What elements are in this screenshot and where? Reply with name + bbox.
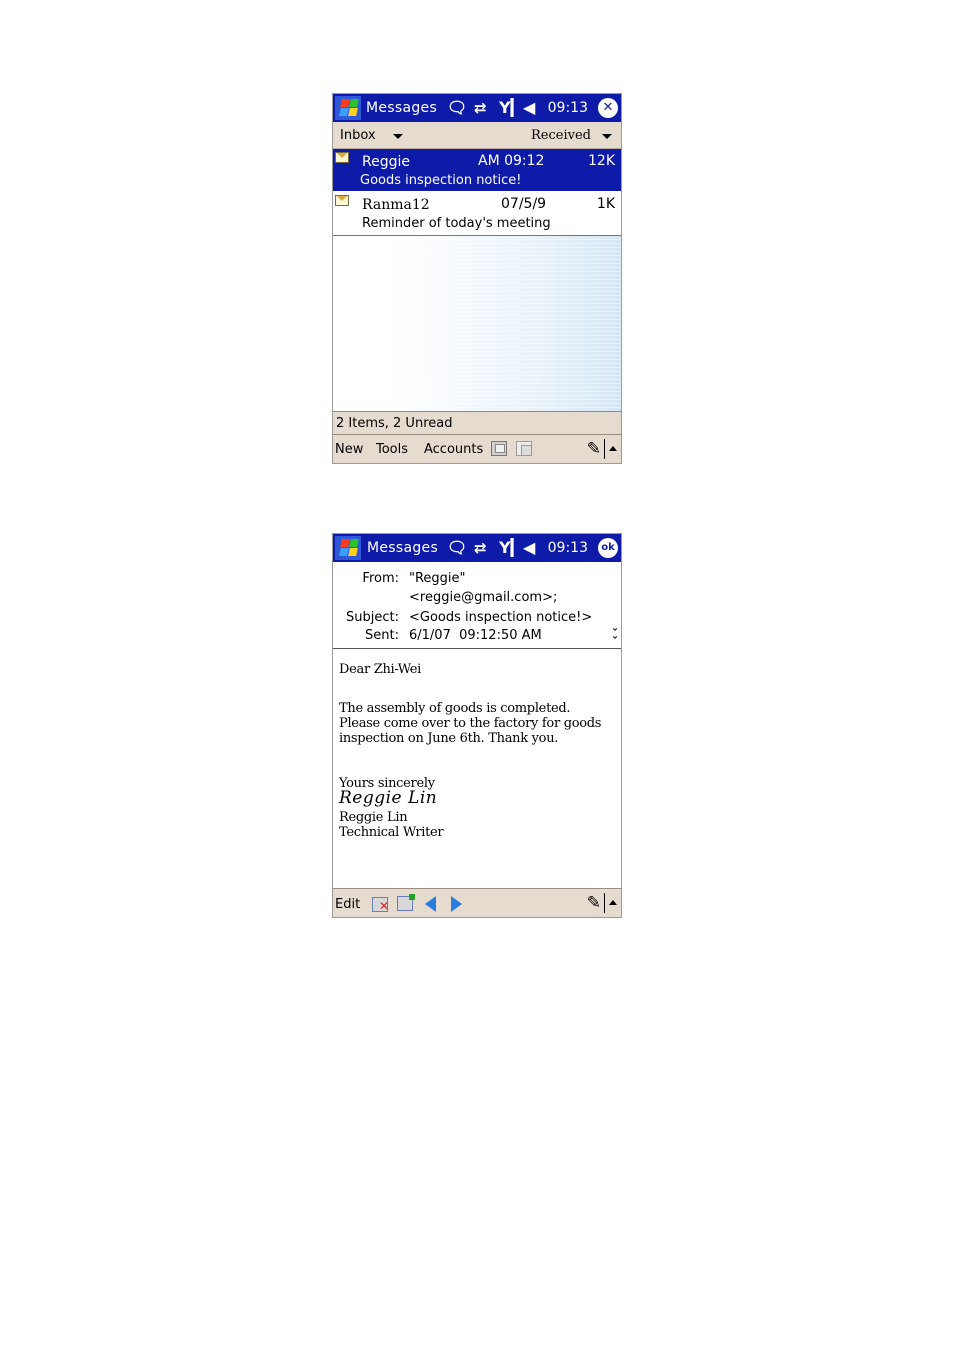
subject-value: <Goods inspection notice!> [409, 610, 593, 625]
volume-icon[interactable]: ◀︎ [523, 97, 535, 119]
reply-icon[interactable] [397, 894, 415, 911]
pen-icon[interactable]: ✎ [587, 439, 601, 459]
connectivity-icon[interactable]: ⇄ [474, 537, 487, 559]
title-bar: Messages 🗨 ⇄ Y▎ ◀︎ 09:13 ok [333, 534, 621, 562]
sent-value: 6/1/07 09:12:50 AM [409, 628, 542, 643]
close-icon[interactable]: ✕ [598, 98, 618, 118]
message-time: 07/5/9 [501, 196, 547, 212]
clock[interactable]: 09:13 [548, 540, 588, 556]
from-email[interactable]: <reggie@gmail.com>; [409, 590, 557, 605]
sort-dropdown[interactable]: Received [531, 128, 591, 143]
filter-bar: Inbox Received [333, 122, 621, 149]
input-panel-up-icon[interactable] [609, 446, 617, 451]
input-panel-up-icon[interactable] [609, 900, 617, 905]
app-title: Messages [366, 100, 438, 116]
start-menu-icon[interactable] [335, 96, 361, 120]
message-time: AM 09:12 [478, 153, 545, 169]
signature: Reggie Lin [339, 788, 438, 808]
message-sender: Ranma12 [362, 197, 430, 213]
divider [604, 439, 605, 459]
app-title: Messages [367, 540, 439, 556]
next-icon[interactable] [451, 896, 462, 912]
sender-name: Reggie Lin [339, 810, 408, 825]
envelope-icon [335, 152, 349, 163]
chevron-down-icon[interactable] [393, 134, 403, 139]
tools-menu[interactable]: Tools [376, 442, 408, 457]
menu-bar: Edit ✎ [333, 888, 621, 917]
notification-icon[interactable]: 🗨 [447, 537, 467, 559]
sent-label: Sent: [365, 628, 399, 643]
notification-icon[interactable]: 🗨 [447, 97, 467, 119]
previous-icon[interactable] [425, 896, 436, 912]
body-line: Please come over to the factory for good… [339, 716, 602, 731]
body-line: inspection on June 6th. Thank you. [339, 731, 559, 746]
subject-label: Subject: [346, 610, 399, 625]
volume-icon[interactable]: ◀︎ [523, 537, 535, 559]
signal-icon[interactable]: Y▎ [499, 537, 523, 559]
menu-bar: New Tools Accounts ✎ [333, 434, 621, 463]
accounts-menu[interactable]: Accounts [424, 442, 483, 457]
body-line: The assembly of goods is completed. [339, 701, 571, 716]
envelope-icon [335, 195, 349, 206]
signal-icon[interactable]: Y▎ [499, 97, 523, 119]
divider [604, 893, 605, 913]
message-subject: Goods inspection notice! [360, 173, 522, 188]
clock[interactable]: 09:13 [548, 100, 588, 116]
message-row[interactable]: Reggie AM 09:12 12K Goods inspection not… [333, 149, 621, 191]
pen-icon[interactable]: ✎ [587, 893, 601, 913]
from-name[interactable]: "Reggie" [409, 571, 466, 586]
message-size: 12K [588, 153, 615, 169]
start-menu-icon[interactable] [335, 536, 361, 560]
title-bar: Messages 🗨 ⇄ Y▎ ◀︎ 09:13 ✕ [333, 94, 621, 122]
delete-icon[interactable] [372, 897, 389, 912]
folders-icon[interactable] [516, 441, 532, 456]
connectivity-icon[interactable]: ⇄ [474, 97, 487, 119]
status-bar: 2 Items, 2 Unread [333, 411, 621, 434]
from-label: From: [362, 571, 399, 586]
expand-header-icon[interactable]: ˇˇ [612, 628, 618, 648]
message-body: Dear Zhi-Wei The assembly of goods is co… [339, 662, 617, 840]
greeting: Dear Zhi-Wei [339, 662, 422, 677]
folder-dropdown[interactable]: Inbox [340, 128, 376, 143]
message-size: 1K [596, 196, 615, 212]
message-subject: Reminder of today's meeting [362, 216, 551, 231]
message-screen: Messages 🗨 ⇄ Y▎ ◀︎ 09:13 ok From: "Reggi… [332, 533, 622, 918]
message-list-empty-area[interactable] [333, 236, 621, 411]
new-menu[interactable]: New [335, 442, 363, 457]
inbox-screen: Messages 🗨 ⇄ Y▎ ◀︎ 09:13 ✕ Inbox Receive… [332, 93, 622, 464]
chevron-down-icon[interactable] [602, 134, 612, 139]
message-row[interactable]: Ranma12 07/5/9 1K Reminder of today's me… [333, 192, 621, 234]
message-sender: Reggie [362, 154, 410, 170]
ok-button[interactable]: ok [598, 538, 618, 558]
sender-title: Technical Writer [339, 825, 444, 840]
device-icon[interactable] [491, 441, 507, 456]
edit-menu[interactable]: Edit [335, 897, 360, 912]
message-header: From: "Reggie" <reggie@gmail.com>; Subje… [333, 562, 621, 649]
